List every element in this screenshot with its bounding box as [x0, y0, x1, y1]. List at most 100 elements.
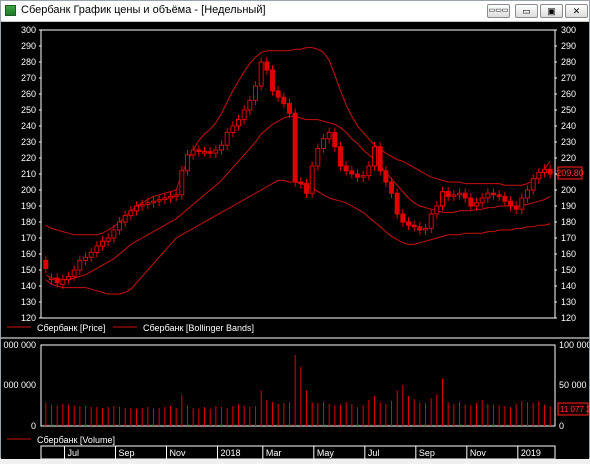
price-tick-left: 200 [21, 185, 36, 195]
candle-body [457, 192, 462, 196]
candle-body [389, 181, 394, 194]
pin-button[interactable]: ▭▭▭ [487, 4, 510, 18]
candle-body [202, 151, 207, 154]
candle-body [383, 170, 389, 183]
candle-body [445, 191, 451, 197]
candle-body [434, 205, 440, 215]
candle-body [270, 69, 275, 92]
price-tick-left: 270 [21, 73, 36, 83]
date-label: 2019 [521, 448, 541, 458]
candle-body [43, 259, 49, 269]
candle-body [338, 146, 343, 167]
candle-body [60, 279, 66, 285]
candle-body [207, 151, 213, 154]
candle-body [377, 146, 383, 172]
candle-body [264, 61, 270, 71]
candle-body [519, 197, 525, 210]
date-label: Nov [470, 448, 487, 458]
price-tick-right: 120 [561, 313, 576, 323]
volume-right-tick-top: 100 000 [559, 340, 589, 350]
volume-left-tick-zero: 0 [31, 421, 36, 431]
candle-body [343, 165, 349, 172]
candle-body [479, 197, 485, 204]
candle-body [139, 203, 145, 207]
candle-body [287, 103, 292, 114]
candle-body [513, 205, 519, 210]
candle-body [54, 277, 60, 284]
chart-svg[interactable]: 300 290 280 270 260 250 240 230 220 210 200 190 180 1… [1, 22, 590, 460]
bollinger-lower-line [45, 179, 551, 295]
candle-body [485, 192, 491, 199]
candle-body [536, 171, 542, 180]
candle-body [417, 226, 423, 231]
candle-body [134, 205, 139, 212]
candle-body [94, 245, 100, 253]
price-tick-left: 230 [21, 137, 36, 147]
candle-body [196, 149, 202, 153]
candle-body [122, 215, 128, 223]
candle-body [66, 275, 71, 281]
candle-body [213, 149, 219, 154]
candle-body [219, 144, 224, 151]
candle-body [366, 165, 372, 177]
date-label: Sep [119, 448, 135, 458]
candle-body [241, 109, 247, 121]
candle-body [71, 269, 77, 277]
candle-body [372, 146, 377, 167]
candle-body [77, 259, 83, 271]
candle-body [423, 227, 428, 231]
price-tick-right: 290 [561, 41, 576, 51]
minimize-button[interactable]: ▭ [515, 4, 538, 18]
price-tick-right: 170 [561, 233, 576, 243]
candle-body [168, 195, 173, 199]
candle-body [128, 210, 134, 217]
candle-body [542, 168, 547, 173]
restore-button[interactable]: ▣ [540, 4, 563, 18]
candle-body [451, 194, 457, 197]
date-label: Nov [170, 448, 187, 458]
price-tick-left: 220 [21, 153, 36, 163]
volume-right-tick-zero: 0 [559, 421, 564, 431]
candle-body [315, 147, 321, 167]
candle-body [156, 199, 162, 202]
candle-body [145, 202, 151, 205]
price-tick-right: 160 [561, 249, 576, 259]
candle-body [117, 221, 122, 231]
candle-body [474, 202, 479, 207]
candle-body [298, 181, 304, 185]
volume-plot-frame [40, 344, 556, 427]
candle-body [468, 197, 474, 207]
current-price-label: 209.80 [556, 168, 584, 178]
price-tick-left: 250 [21, 105, 36, 115]
candle-body [406, 221, 411, 226]
price-tick-left: 210 [21, 169, 36, 179]
candle-body [190, 149, 196, 156]
candle-body [502, 195, 508, 202]
price-tick-left: 280 [21, 57, 36, 67]
candle-body [491, 192, 496, 196]
price-tick-right: 230 [561, 137, 576, 147]
price-tick-left: 190 [21, 201, 36, 211]
chart-window: Сбербанк График цены и объёма - [Недельн… [0, 0, 590, 460]
candle-body [349, 170, 355, 175]
price-tick-right: 140 [561, 281, 576, 291]
price-tick-right: 250 [561, 105, 576, 115]
date-label: Jul [68, 448, 80, 458]
candle-body [253, 85, 258, 101]
legend-volume-label: Сбербанк [Volume] [37, 435, 115, 445]
bollinger-upper-line [45, 47, 551, 236]
candle-body [230, 125, 236, 133]
price-tick-right: 220 [561, 153, 576, 163]
title-bar[interactable]: Сбербанк График цены и объёма - [Недельн… [1, 1, 589, 22]
candle-body [326, 131, 332, 140]
price-tick-right: 130 [561, 297, 576, 307]
close-button[interactable]: ✕ [565, 4, 588, 18]
price-tick-right: 260 [561, 89, 576, 99]
price-tick-left: 130 [21, 297, 36, 307]
date-label: 2018 [221, 448, 241, 458]
chart-area[interactable]: 300 290 280 270 260 250 240 230 220 210 200 190 180 1… [1, 22, 590, 460]
candle-body [247, 99, 253, 111]
candle-body [321, 138, 326, 149]
candle-body [179, 170, 185, 196]
price-tick-left: 160 [21, 249, 36, 259]
